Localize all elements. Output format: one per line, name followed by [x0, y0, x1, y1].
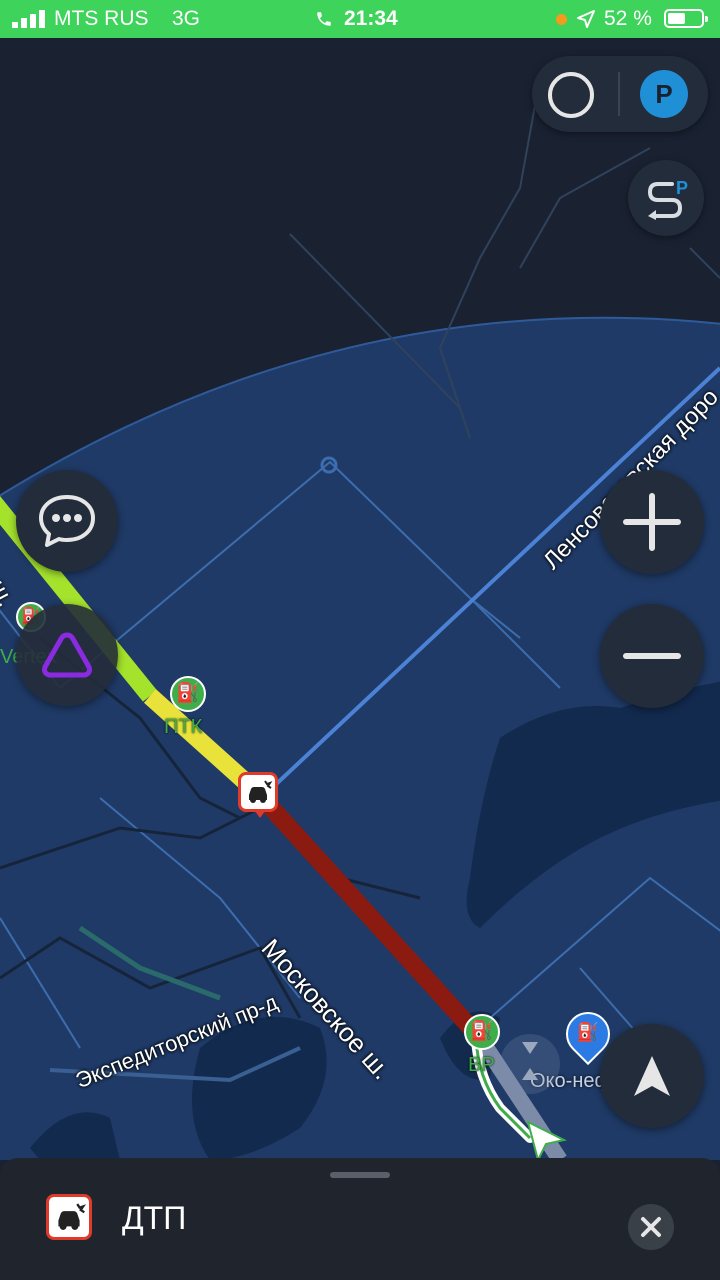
- alice-voice-button[interactable]: [16, 604, 118, 706]
- poi-label: BP: [468, 1054, 495, 1076]
- carrier-label: MTS RUS: [54, 7, 149, 30]
- parking-button[interactable]: P: [640, 70, 688, 118]
- plus-icon: [623, 493, 681, 551]
- alice-ring-icon: [548, 72, 594, 118]
- car-crash-icon: [58, 1203, 86, 1230]
- current-position-arrow-icon: [526, 1120, 567, 1160]
- sheet-handle[interactable]: [330, 1172, 390, 1178]
- accident-marker[interactable]: [238, 772, 278, 818]
- report-chat-button[interactable]: [16, 470, 118, 572]
- chat-bubble-icon: [39, 495, 95, 547]
- map-view[interactable]: Московское ш. е ш. Ленсоветовская доро Э…: [0, 38, 720, 1160]
- poi-label: ПТК: [164, 716, 203, 738]
- svg-text:P: P: [676, 178, 688, 198]
- alice-button[interactable]: [538, 62, 602, 126]
- navigation-button[interactable]: [600, 1024, 704, 1128]
- location-arrow-icon: [577, 10, 595, 28]
- accident-icon: [46, 1194, 92, 1240]
- network-label: 3G: [172, 7, 201, 30]
- divider: [618, 72, 620, 116]
- battery-percent: 52 %: [604, 7, 652, 30]
- fuel-station-icon: ⛽: [464, 1014, 500, 1050]
- signal-icon: [12, 10, 45, 28]
- close-icon: [641, 1217, 661, 1237]
- sheet-title: ДТП: [122, 1200, 187, 1236]
- top-controls-pill: P: [532, 56, 708, 132]
- recording-dot-icon: [556, 14, 567, 25]
- direction-marker-icon: [500, 1034, 560, 1094]
- poi-ptk[interactable]: ⛽ ПТК: [162, 676, 222, 746]
- parking-route-button[interactable]: P: [628, 160, 704, 236]
- fuel-station-icon: ⛽: [170, 676, 206, 712]
- bottom-sheet[interactable]: ДТП: [0, 1158, 720, 1280]
- car-crash-icon: [249, 780, 273, 803]
- zoom-in-button[interactable]: [600, 470, 704, 574]
- phone-icon: [317, 12, 331, 26]
- minus-icon: [623, 653, 681, 659]
- zoom-out-button[interactable]: [600, 604, 704, 708]
- battery-icon: [664, 9, 708, 28]
- close-button[interactable]: [628, 1204, 674, 1250]
- alice-triangle-icon: [42, 632, 92, 678]
- navigation-arrow-icon: [634, 1056, 670, 1096]
- status-bar: MTS RUS 3G 21:34 52 %: [0, 0, 720, 38]
- clock: 21:34: [344, 7, 398, 30]
- parking-route-icon: P: [647, 178, 688, 220]
